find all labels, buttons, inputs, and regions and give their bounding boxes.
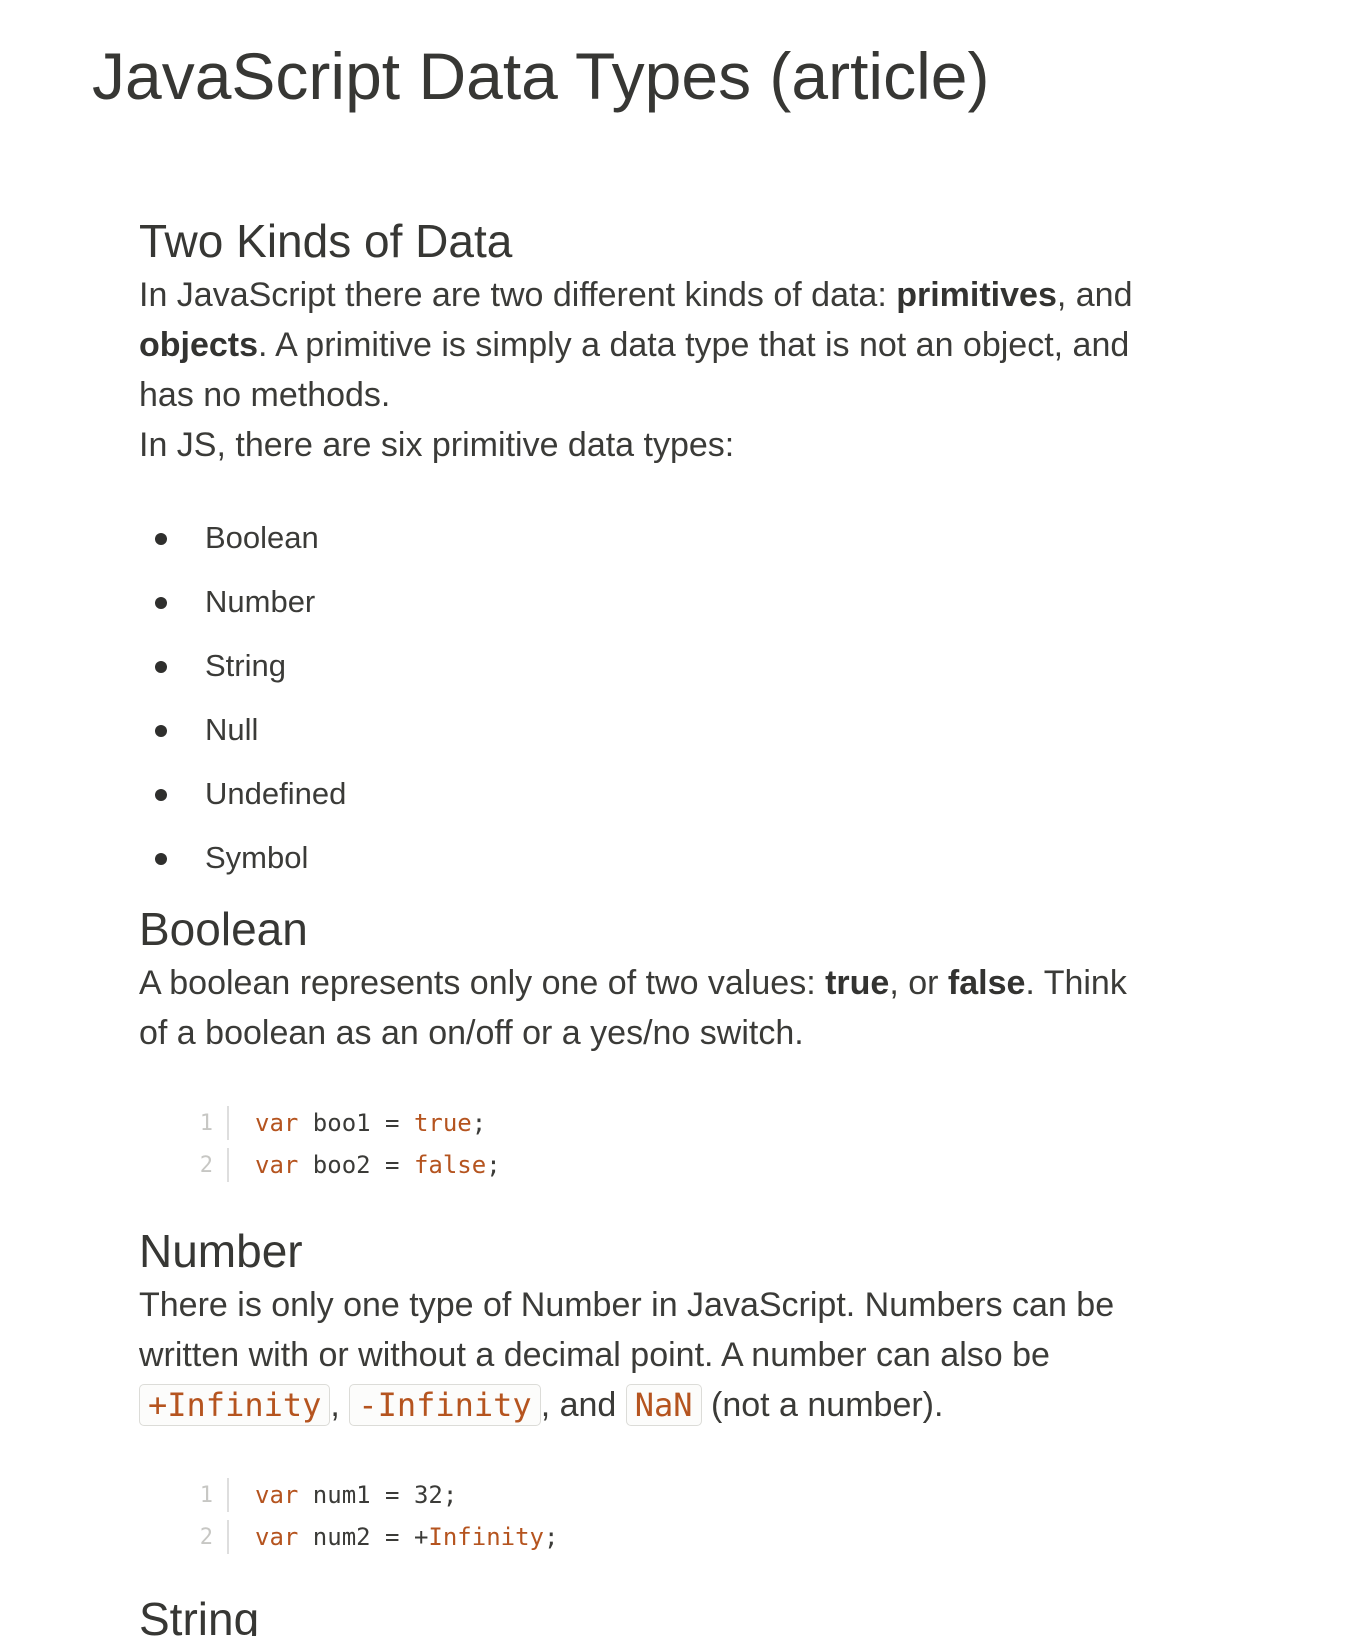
- list-item-label: Number: [205, 584, 316, 619]
- line-number: 1: [199, 1110, 213, 1136]
- code-text: var num2 = +Infinity;: [255, 1523, 558, 1551]
- article-content: Two Kinds of Data In JavaScript there ar…: [139, 212, 1159, 1636]
- line-number: 1: [199, 1482, 213, 1508]
- section-heading-number: Number: [139, 1225, 303, 1277]
- code-keyword: var: [255, 1481, 299, 1509]
- code-token: boo2 =: [298, 1151, 414, 1179]
- primitive-count-paragraph: In JS, there are six primitive data type…: [139, 426, 735, 464]
- inline-code-nan: NaN: [625, 1384, 702, 1426]
- text-span: , and: [1056, 276, 1133, 314]
- number-code-block[interactable]: 1 var num1 = 32; 2 var num2 = +Infinity;: [139, 1474, 1159, 1558]
- section-heading-string: String: [139, 1593, 260, 1636]
- code-literal: false: [413, 1151, 487, 1179]
- line-gutter: [227, 1106, 229, 1140]
- text-span: (not a number).: [701, 1386, 944, 1424]
- bullet-icon: [155, 853, 167, 865]
- code-token: ;: [471, 1109, 487, 1137]
- article-page: JavaScript Data Types (article) Two Kind…: [0, 0, 1358, 1636]
- line-gutter: [227, 1520, 229, 1554]
- list-item-label: Undefined: [205, 776, 347, 811]
- code-text: var boo2 = false;: [255, 1151, 501, 1179]
- list-item-label: Null: [205, 712, 259, 747]
- list-item: String: [139, 634, 1159, 698]
- bold-false: false: [947, 964, 1026, 1002]
- code-line: 1 var boo1 = true;: [185, 1102, 1159, 1144]
- inline-code-minus-infinity: -Infinity: [349, 1384, 541, 1426]
- text-span: , and: [540, 1386, 626, 1424]
- list-item: Null: [139, 698, 1159, 762]
- code-token: ;: [544, 1523, 559, 1551]
- code-token: num2 = +: [298, 1523, 429, 1551]
- list-item-label: Boolean: [205, 520, 319, 555]
- line-number: 2: [199, 1524, 213, 1550]
- bold-primitives: primitives: [896, 276, 1057, 314]
- list-item: Number: [139, 570, 1159, 634]
- two-kinds-paragraph: In JavaScript there are two different ki…: [139, 270, 1159, 420]
- text-span: In JavaScript there are two different ki…: [139, 276, 897, 314]
- code-literal: Infinity: [428, 1523, 544, 1551]
- primitive-types-list: Boolean Number String Null Undefined Sym…: [139, 506, 1159, 890]
- line-number: 2: [199, 1152, 213, 1178]
- list-item: Symbol: [139, 826, 1159, 890]
- number-paragraph: There is only one type of Number in Java…: [139, 1280, 1159, 1430]
- text-span: ,: [330, 1386, 350, 1424]
- bold-true: true: [825, 964, 890, 1002]
- code-token: num1 = 32: [298, 1481, 443, 1509]
- section-heading-two-kinds: Two Kinds of Data: [139, 215, 513, 267]
- code-line: 1 var num1 = 32;: [185, 1474, 1159, 1516]
- code-token: ;: [486, 1151, 501, 1179]
- code-token: boo1 =: [298, 1109, 414, 1137]
- code-keyword: var: [255, 1523, 299, 1551]
- page-title: JavaScript Data Types (article): [92, 39, 990, 113]
- text-span: . A primitive is simply a data type that…: [139, 326, 1130, 414]
- text-span: , or: [889, 964, 948, 1002]
- code-text: var num1 = 32;: [255, 1481, 457, 1509]
- bold-objects: objects: [139, 326, 259, 364]
- bullet-icon: [155, 661, 167, 673]
- inline-code-plus-infinity: +Infinity: [139, 1384, 331, 1426]
- list-item-label: String: [205, 648, 286, 683]
- bullet-icon: [155, 597, 167, 609]
- line-gutter: [227, 1478, 229, 1512]
- boolean-paragraph: A boolean represents only one of two val…: [139, 958, 1159, 1058]
- boolean-code-block[interactable]: 1 var boo1 = true; 2 var boo2 = false;: [139, 1102, 1159, 1186]
- line-gutter: [227, 1148, 229, 1182]
- code-token: ;: [442, 1481, 458, 1509]
- code-line: 2 var boo2 = false;: [185, 1144, 1159, 1186]
- text-span: There is only one type of Number in Java…: [139, 1286, 1115, 1374]
- bullet-icon: [155, 533, 167, 545]
- code-line: 2 var num2 = +Infinity;: [185, 1516, 1159, 1558]
- code-keyword: var: [255, 1109, 299, 1137]
- list-item: Boolean: [139, 506, 1159, 570]
- list-item: Undefined: [139, 762, 1159, 826]
- code-text: var boo1 = true;: [255, 1109, 486, 1137]
- list-item-label: Symbol: [205, 840, 309, 875]
- bullet-icon: [155, 725, 167, 737]
- code-literal: true: [413, 1109, 472, 1137]
- bullet-icon: [155, 789, 167, 801]
- code-keyword: var: [255, 1151, 299, 1179]
- text-span: A boolean represents only one of two val…: [139, 964, 826, 1002]
- section-heading-boolean: Boolean: [139, 903, 308, 955]
